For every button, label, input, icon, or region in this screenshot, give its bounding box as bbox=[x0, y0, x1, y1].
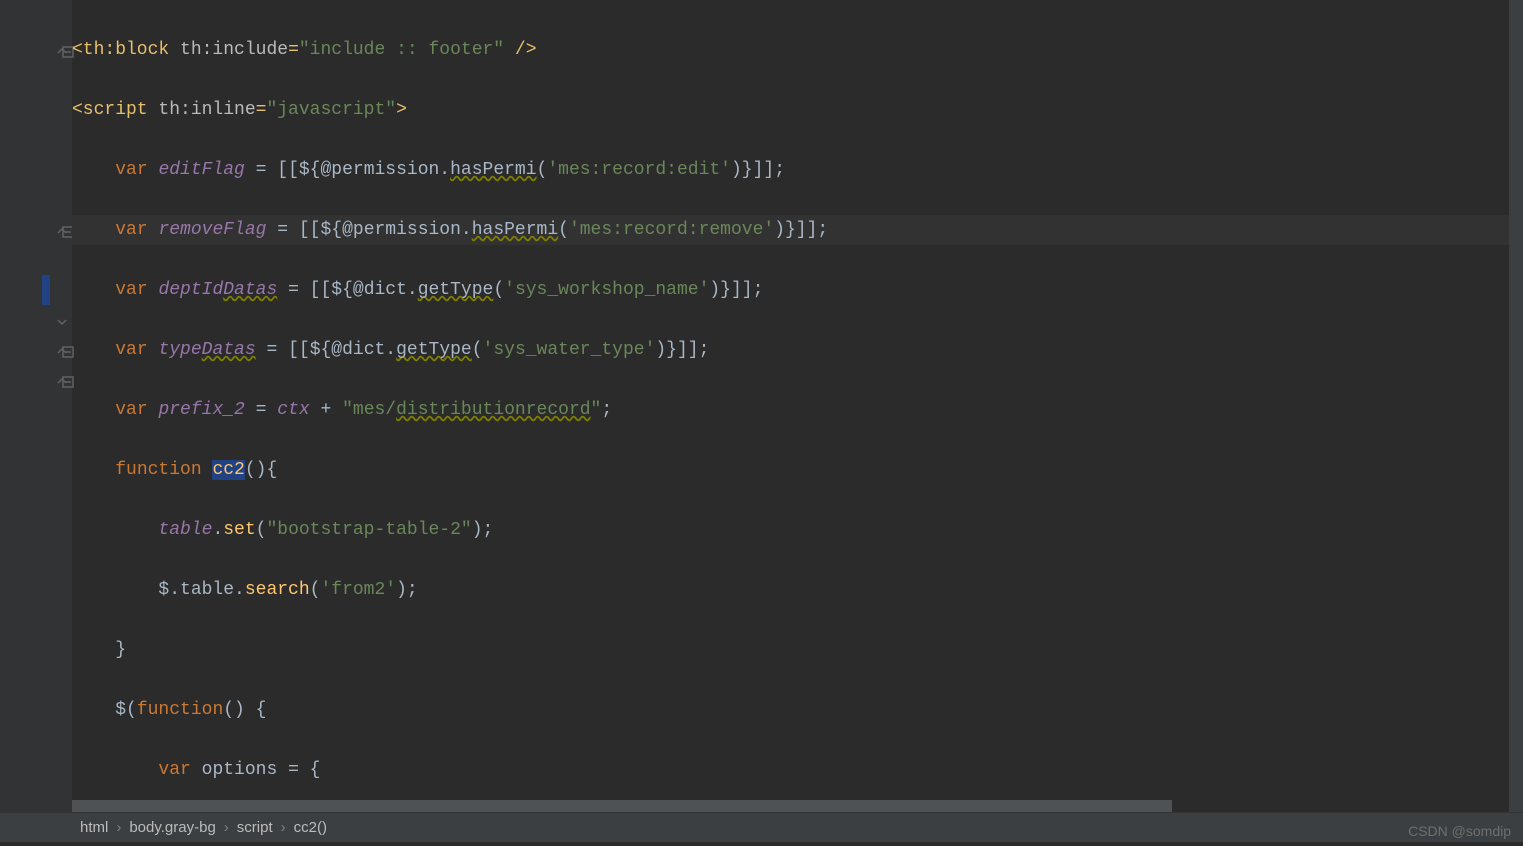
code-line: <th:block th:include="include :: footer"… bbox=[72, 35, 1509, 65]
horizontal-scrollbar[interactable] bbox=[72, 800, 1509, 812]
code-line: var prefix_2 = ctx + "mes/distributionre… bbox=[72, 395, 1509, 425]
fold-close-icon[interactable] bbox=[56, 310, 68, 340]
breadcrumb: html › body.gray-bg › script › cc2() bbox=[0, 812, 1523, 842]
selection-marker bbox=[42, 275, 50, 305]
code-line: $(function() { bbox=[72, 695, 1509, 725]
vertical-scrollbar[interactable] bbox=[1509, 0, 1523, 812]
breadcrumb-item[interactable]: html bbox=[72, 813, 116, 843]
code-line: var editFlag = [[${@permission.hasPermi(… bbox=[72, 155, 1509, 185]
scroll-thumb[interactable] bbox=[72, 800, 1172, 812]
code-line: var removeFlag = [[${@permission.hasPerm… bbox=[72, 215, 1509, 245]
code-line: <script th:inline="javascript"> bbox=[72, 95, 1509, 125]
code-editor[interactable]: <th:block th:include="include :: footer"… bbox=[0, 0, 1523, 812]
code-line: var options = { bbox=[72, 755, 1509, 785]
code-line: var deptIdDatas = [[${@dict.getType('sys… bbox=[72, 275, 1509, 305]
breadcrumb-item[interactable]: cc2() bbox=[286, 813, 335, 843]
gutter bbox=[0, 0, 72, 812]
code-area[interactable]: <th:block th:include="include :: footer"… bbox=[72, 0, 1509, 817]
breadcrumb-item[interactable]: script bbox=[229, 813, 281, 843]
code-line: function cc2(){ bbox=[72, 455, 1509, 485]
code-line: table.set("bootstrap-table-2"); bbox=[72, 515, 1509, 545]
code-line: var typeDatas = [[${@dict.getType('sys_w… bbox=[72, 335, 1509, 365]
breadcrumb-item[interactable]: body.gray-bg bbox=[121, 813, 223, 843]
code-line: } bbox=[72, 635, 1509, 665]
code-line: $.table.search('from2'); bbox=[72, 575, 1509, 605]
